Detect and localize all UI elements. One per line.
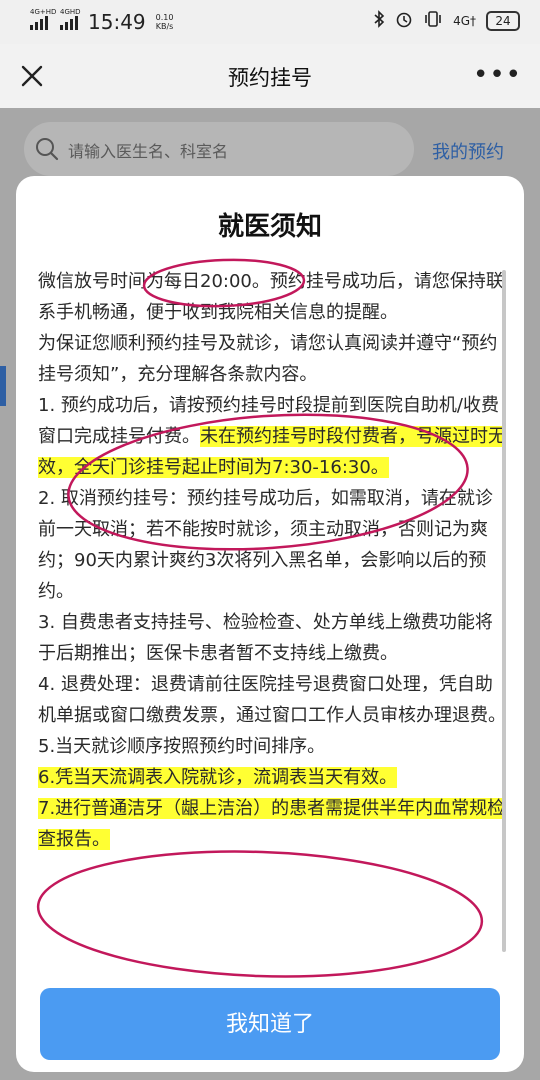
notice-highlight: 6.凭当天流调表入院就诊，流调表当天有效。 [38, 767, 398, 788]
speed-value: 0.10 [155, 13, 174, 22]
notice-scrollbar[interactable] [502, 270, 506, 952]
notice-text: 3. 自费患者支持挂号、检验检查、处方单线上缴费功能将于后期推出；医保卡患者暂不… [38, 612, 493, 664]
status-left: 4G+HD 4GHD 15:49 0.10 KB/s [30, 8, 174, 34]
confirm-button[interactable]: 我知道了 [40, 988, 500, 1060]
signal-1-icon: 4G+HD [30, 8, 56, 30]
signal-2-icon: 4GHD [60, 8, 81, 30]
network-type: 4G† [453, 14, 476, 28]
search-placeholder: 请输入医生名、科室名 [68, 142, 229, 161]
notice-text: 2. 取消预约挂号：预约挂号成功后，如需取消，请在就诊前一天取消；若不能按时就诊… [38, 488, 493, 602]
page-title: 预约挂号 [228, 66, 312, 90]
notice-paragraph: 1. 预约成功后，请按预约挂号时段提前到医院自助机/收费窗口完成挂号付费。未在预… [38, 390, 508, 483]
notice-text: 微信放号时间为每日20:00。预约挂号成功后，请您保持联系手机畅通，便于收到我院… [38, 271, 504, 323]
notice-highlight: 7.进行普通洁牙（龈上洁治）的患者需提供半年内血常规检查报告。 [38, 798, 506, 850]
signal-2-label: 4GHD [60, 8, 81, 16]
status-right: 4G† 24 [373, 10, 520, 32]
search-bar[interactable]: 请输入医生名、科室名 [24, 122, 414, 176]
notice-paragraph: 微信放号时间为每日20:00。预约挂号成功后，请您保持联系手机畅通，便于收到我院… [38, 266, 508, 328]
side-indicator [0, 366, 6, 406]
battery-level: 24 [495, 14, 511, 28]
notice-text: 5.当天就诊顺序按照预约时间排序。 [38, 736, 326, 757]
notice-paragraph: 3. 自费患者支持挂号、检验检查、处方单线上缴费功能将于后期推出；医保卡患者暂不… [38, 607, 508, 669]
notice-text: 为保证您顺利预约挂号及就诊，请您认真阅读并遵守“预约挂号须知”，充分理解各条款内… [38, 333, 498, 385]
battery-icon: 24 [486, 11, 520, 31]
notice-paragraph: 为保证您顺利预约挂号及就诊，请您认真阅读并遵守“预约挂号须知”，充分理解各条款内… [38, 328, 508, 390]
notice-paragraph: 5.当天就诊顺序按照预约时间排序。 [38, 731, 508, 762]
notice-paragraph: 4. 退费处理：退费请前往医院挂号退费窗口处理，凭自助机单据或窗口缴费发票，通过… [38, 669, 508, 731]
my-appointments-link[interactable]: 我的预约 [432, 138, 504, 164]
notice-content[interactable]: 微信放号时间为每日20:00。预约挂号成功后，请您保持联系手机畅通，便于收到我院… [38, 266, 508, 974]
alarm-icon [395, 10, 413, 32]
nav-bar: 预约挂号 ••• [0, 44, 540, 108]
vibrate-icon [423, 10, 443, 32]
status-bar: 4G+HD 4GHD 15:49 0.10 KB/s 4G† 24 [0, 0, 540, 44]
notice-paragraph: 2. 取消预约挂号：预约挂号成功后，如需取消，请在就诊前一天取消；若不能按时就诊… [38, 483, 508, 607]
modal-title: 就医须知 [217, 212, 322, 242]
search-icon [34, 136, 60, 166]
notice-paragraph: 7.进行普通洁牙（龈上洁治）的患者需提供半年内血常规检查报告。 [38, 793, 508, 855]
speed-unit: KB/s [155, 22, 174, 31]
notice-modal: 就医须知 微信放号时间为每日20:00。预约挂号成功后，请您保持联系手机畅通，便… [16, 176, 524, 1072]
notice-paragraph: 6.凭当天流调表入院就诊，流调表当天有效。 [38, 762, 508, 793]
more-menu-button[interactable]: ••• [473, 60, 522, 90]
bluetooth-icon [373, 10, 385, 32]
status-time: 15:49 [88, 10, 146, 34]
notice-text: 4. 退费处理：退费请前往医院挂号退费窗口处理，凭自助机单据或窗口缴费发票，通过… [38, 674, 506, 726]
network-speed: 0.10 KB/s [156, 13, 174, 31]
signal-1-label: 4G+HD [30, 8, 57, 16]
